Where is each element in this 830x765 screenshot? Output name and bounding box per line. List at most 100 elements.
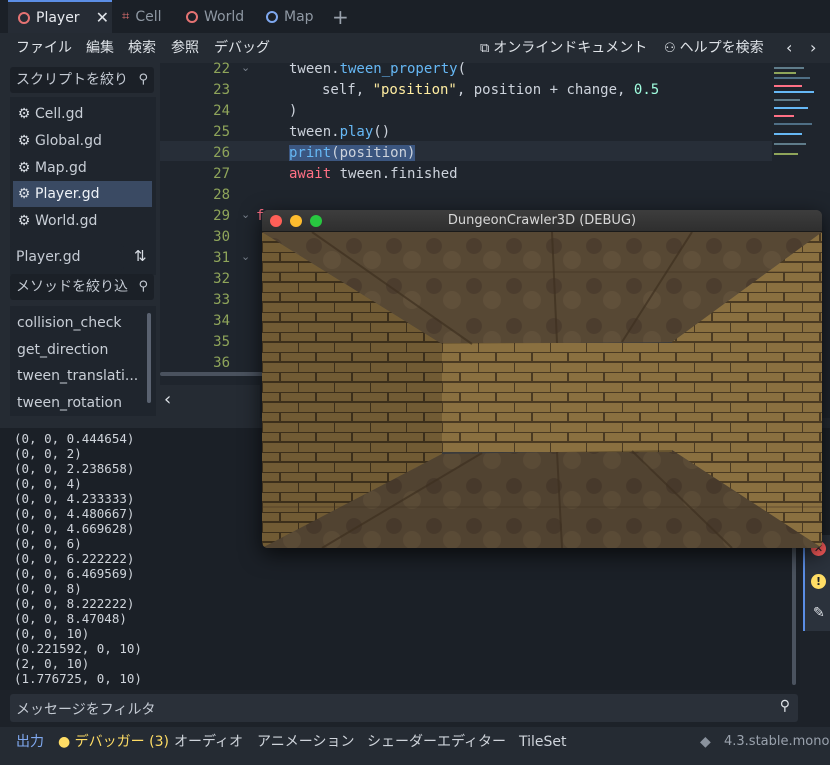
fold-arrow-icon[interactable]: ⌄ <box>241 61 250 74</box>
message-filter-placeholder: メッセージをフィルタ <box>16 702 156 718</box>
method-filter-input[interactable]: メソッドを絞り込 ⚲ <box>10 274 154 300</box>
gear-icon: ⚙ <box>17 213 31 229</box>
menu-debug[interactable]: デバッグ <box>214 33 270 63</box>
search-icon: ⚲ <box>138 72 148 87</box>
output-line: (2, 0, 10) <box>14 656 90 671</box>
tab-player[interactable]: Player ✕ <box>8 0 112 33</box>
filter-warnings-button[interactable]: ! <box>803 567 830 599</box>
script-filter-placeholder: スクリプトを絞り <box>16 72 128 88</box>
search-help-button[interactable]: ⚇ ヘルプを検索 <box>664 33 764 63</box>
script-item-cell[interactable]: ⚙ Cell.gd <box>13 101 152 127</box>
method-item[interactable]: tween_rotation <box>17 395 122 411</box>
chevron-left-icon[interactable]: ‹ <box>786 33 792 63</box>
code-line-23: self, "position", position + change, 0.5 <box>322 82 660 98</box>
gear-icon: ⚙ <box>17 106 31 122</box>
tab-debugger-label: デバッガー (3) <box>74 734 169 750</box>
game-debug-window[interactable]: DungeonCrawler3D (DEBUG) <box>262 210 822 548</box>
help-search-icon: ⚇ <box>664 41 676 56</box>
line-number: 31 <box>213 250 230 266</box>
method-item[interactable]: collision_check <box>17 315 122 331</box>
update-spinner-icon: ◆ <box>700 734 711 750</box>
editor-h-scrollbar[interactable] <box>160 372 265 376</box>
script-item-global[interactable]: ⚙ Global.gd <box>13 128 152 154</box>
line-number: 24 <box>213 103 230 119</box>
line-number: 32 <box>213 271 230 287</box>
search-icon: ⚲ <box>779 698 790 714</box>
tab-output[interactable]: 出力 <box>16 727 44 757</box>
output-line: (0, 0, 6) <box>14 536 82 551</box>
output-line: (0, 0, 8.47048) <box>14 611 127 626</box>
code-line-22: tween.tween_property( <box>289 61 467 77</box>
tab-label: Map <box>284 8 314 25</box>
menu-goto[interactable]: 参照 <box>171 33 199 63</box>
fold-arrow-icon[interactable]: ⌄ <box>241 208 250 221</box>
tab-world[interactable]: World <box>186 0 256 33</box>
line-number: 28 <box>213 187 230 203</box>
tab-map[interactable]: Map <box>266 0 330 33</box>
script-item-player[interactable]: ⚙ Player.gd <box>13 181 152 207</box>
code-line-25: tween.play() <box>289 124 391 140</box>
tab-debugger[interactable]: ● デバッガー (3) <box>58 727 169 757</box>
output-line: (0, 0, 4.480667) <box>14 506 135 521</box>
script-list-panel: スクリプトを絞り ⚲ ⚙ Cell.gd ⚙ Global.gd ⚙ Map.gd ⚙… <box>0 63 160 418</box>
tab-animation[interactable]: アニメーション <box>257 727 354 757</box>
method-item[interactable]: tween_translati... <box>17 368 138 384</box>
script-menu-bar: ファイル 編集 検索 参照 デバッグ ⧉ オンラインドキュメント ⚇ ヘルプを検索 … <box>0 33 830 63</box>
warning-dot-icon: ● <box>58 734 71 750</box>
gear-icon: ⚙ <box>17 133 31 149</box>
game-window-title: DungeonCrawler3D (DEBUG) <box>447 213 637 228</box>
current-script-label: Player.gd <box>10 244 124 270</box>
search-help-label: ヘルプを検索 <box>679 40 764 56</box>
online-docs-button[interactable]: ⧉ オンラインドキュメント <box>480 33 647 63</box>
version-label: 4.3.stable.mono <box>724 734 830 749</box>
message-filter-input[interactable]: メッセージをフィルタ ⚲ <box>10 694 798 722</box>
tab-cell[interactable]: ⌗ Cell <box>122 0 190 33</box>
panel-toggle-bar: ‹ <box>160 385 260 418</box>
script-item-map[interactable]: ⚙ Map.gd <box>13 155 152 181</box>
method-filter-placeholder: メソッドを絞り込 <box>16 279 128 295</box>
tab-shader-editor[interactable]: シェーダーエディター <box>367 727 506 757</box>
output-line: (0, 0, 10) <box>14 626 90 641</box>
menu-edit[interactable]: 編集 <box>86 33 114 63</box>
add-tab-button[interactable]: + <box>332 0 349 33</box>
line-number: 27 <box>213 166 230 182</box>
line-number: 26 <box>213 145 230 161</box>
code-line-26-selected: print(position) <box>289 145 416 161</box>
filter-messages-button[interactable]: ✎ <box>803 599 830 631</box>
gear-icon: ⚙ <box>17 160 31 176</box>
line-number: 30 <box>213 229 230 245</box>
tab-audio[interactable]: オーディオ <box>174 727 243 757</box>
code-minimap[interactable] <box>772 63 830 163</box>
menu-file[interactable]: ファイル <box>16 33 72 63</box>
current-script-name: Player.gd <box>16 249 81 265</box>
tab-label: World <box>204 8 245 25</box>
output-line: (0, 0, 0.444654) <box>14 431 135 446</box>
tab-label: Player <box>36 9 80 26</box>
script-item-world[interactable]: ⚙ World.gd <box>13 208 152 234</box>
chevron-left-icon[interactable]: ‹ <box>164 389 171 410</box>
script-name: Global.gd <box>35 133 102 149</box>
fold-arrow-icon[interactable]: ⌄ <box>241 250 250 263</box>
close-icon[interactable]: ✕ <box>96 8 109 27</box>
sort-icon[interactable]: ⇅ <box>134 247 147 265</box>
node-icon <box>266 10 278 23</box>
output-line: (0, 0, 4.669628) <box>14 521 135 536</box>
grid-icon: ⌗ <box>122 9 130 24</box>
script-name: Player.gd <box>35 186 100 202</box>
output-line: (0, 0, 2.238658) <box>14 461 135 476</box>
tab-tileset[interactable]: TileSet <box>519 727 567 757</box>
method-item[interactable]: get_direction <box>17 342 108 358</box>
chevron-right-icon[interactable]: › <box>810 33 816 63</box>
line-number: 36 <box>213 355 230 371</box>
output-line: (0, 0, 4.233333) <box>14 491 135 506</box>
line-number: 22 <box>213 61 230 77</box>
game-window-titlebar: DungeonCrawler3D (DEBUG) <box>262 210 822 232</box>
script-filter-input[interactable]: スクリプトを絞り ⚲ <box>10 67 154 93</box>
method-list-scrollbar[interactable] <box>147 313 151 403</box>
menu-search[interactable]: 検索 <box>128 33 156 63</box>
output-line: (0, 0, 4) <box>14 476 82 491</box>
external-link-icon: ⧉ <box>480 41 490 56</box>
scene-icon <box>186 10 198 23</box>
search-icon: ⚲ <box>138 279 148 294</box>
code-line-24: ) <box>289 103 298 119</box>
